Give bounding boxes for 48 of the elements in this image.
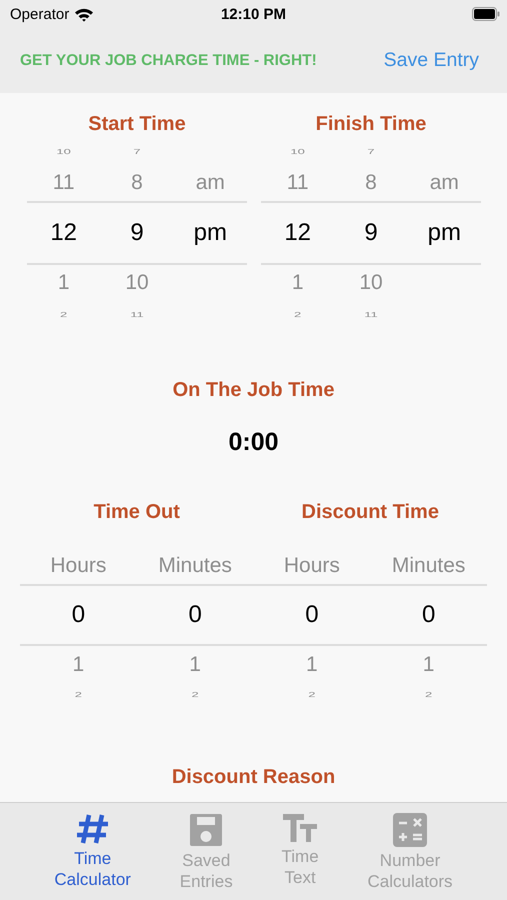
picker-value[interactable]: am: [196, 171, 225, 195]
picker-value[interactable]: 1: [189, 653, 201, 677]
tab-bar-item[interactable]: Number Calculators: [364, 803, 457, 900]
picker-value[interactable]: 0: [422, 601, 436, 629]
save-entry-button[interactable]: Save Entry: [384, 45, 479, 76]
picker-value[interactable]: 1: [72, 653, 84, 677]
picker-value[interactable]: pm: [428, 219, 461, 247]
column-header: Hours: [50, 554, 106, 578]
text-size-icon: [282, 813, 318, 843]
picker-value[interactable]: 10: [359, 271, 383, 295]
section-heading: Time Out: [92, 501, 181, 524]
picker-value[interactable]: 9: [364, 219, 378, 247]
section-heading: Finish Time: [314, 113, 428, 136]
section-heading: Discount Time: [300, 501, 440, 524]
picker-value[interactable]: 8: [131, 171, 143, 195]
picker-value[interactable]: 1: [58, 271, 70, 295]
tab-bar-item[interactable]: Saved Entries: [176, 803, 237, 900]
hash-icon: [76, 813, 110, 845]
column-header: Minutes: [392, 554, 466, 578]
carrier-name: Operator: [10, 6, 70, 22]
section-heading: Start Time: [87, 113, 187, 136]
picker-value[interactable]: 0: [305, 601, 319, 629]
picker-value[interactable]: 0: [72, 601, 86, 629]
picker-value[interactable]: 12: [50, 219, 78, 247]
picker-value[interactable]: 8: [365, 171, 377, 195]
section-heading: Discount Reason: [170, 766, 336, 789]
picker-value[interactable]: 12: [284, 219, 312, 247]
status-time: 12:10 PM: [220, 6, 286, 22]
battery-icon: [472, 7, 500, 21]
wifi-icon: [74, 6, 94, 22]
tab-bar-item[interactable]: Time Text: [278, 803, 323, 900]
calculator-icon: [393, 813, 428, 847]
picker-value[interactable]: 1: [306, 653, 318, 677]
column-header: Hours: [284, 554, 340, 578]
picker-value[interactable]: pm: [194, 219, 227, 247]
tab-bar-item[interactable]: Time Calculator: [50, 803, 135, 900]
tagline: GET YOUR JOB CHARGE TIME - RIGHT!: [20, 52, 317, 70]
picker-value[interactable]: 1: [422, 653, 434, 677]
section-heading: On The Job Time: [172, 379, 336, 402]
picker-value[interactable]: 1: [292, 271, 304, 295]
column-header: Minutes: [158, 554, 232, 578]
job-time-value: 0:00: [228, 428, 279, 457]
picker-value[interactable]: 9: [130, 219, 144, 247]
picker-value[interactable]: am: [430, 171, 459, 195]
picker-value[interactable]: 10: [125, 271, 149, 295]
picker-value[interactable]: 11: [52, 171, 75, 195]
picker-value[interactable]: 11: [286, 171, 309, 195]
picker-value[interactable]: 0: [188, 601, 202, 629]
